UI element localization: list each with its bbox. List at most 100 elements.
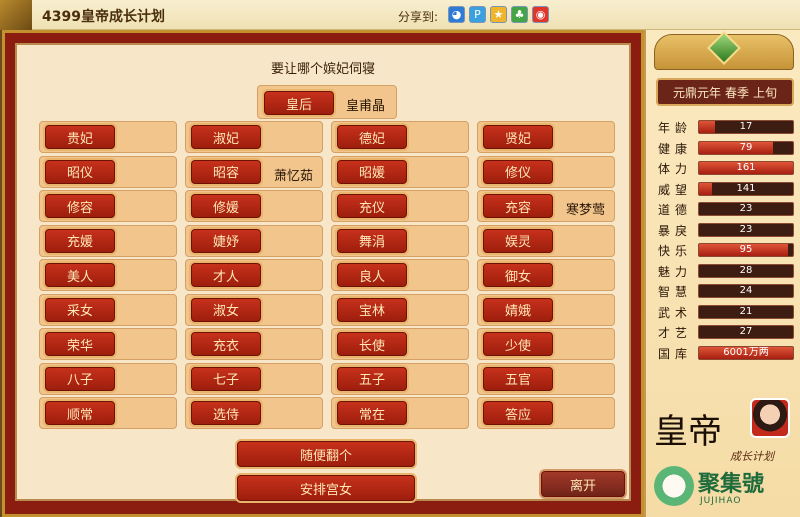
stat-row: 快乐 95 [654, 241, 798, 259]
stat-label: 快乐 [658, 244, 693, 258]
stat-row: 武术 21 [654, 303, 798, 321]
consort-slot: 答应 [477, 397, 615, 429]
date-display: 元鼎元年 春季 上旬 [656, 78, 794, 106]
rank-button[interactable]: 淑妃 [189, 123, 263, 151]
stat-bar: 161 [698, 161, 794, 175]
rank-button[interactable]: 德妃 [335, 123, 409, 151]
stat-label: 道德 [658, 203, 693, 217]
consort-slot: 采女 [39, 293, 177, 326]
stat-value: 161 [736, 162, 756, 173]
rank-button[interactable]: 淑女 [189, 295, 263, 324]
consort-slot: 宝林 [331, 293, 469, 326]
rank-button[interactable]: 美人 [43, 261, 117, 289]
rank-button[interactable]: 御女 [481, 261, 555, 289]
rank-button[interactable]: 顺常 [43, 399, 117, 427]
stat-row: 体力 161 [654, 159, 798, 177]
rank-button[interactable]: 婧娥 [481, 295, 555, 324]
stat-value: 23 [739, 223, 753, 235]
rank-button[interactable]: 娱灵 [481, 226, 555, 255]
rank-button[interactable]: 宝林 [335, 295, 409, 324]
consort-slot: 充仪 [331, 190, 469, 222]
consort-slot: 昭媛 [331, 155, 469, 188]
slot-occupant-queen: 皇甫晶 [346, 99, 386, 114]
rank-button[interactable]: 荣华 [43, 330, 117, 358]
rank-button[interactable]: 舞涓 [335, 226, 409, 255]
consort-slot: 御女 [477, 259, 615, 291]
rank-button[interactable]: 贵妃 [43, 123, 117, 151]
stat-value: 21 [739, 305, 753, 317]
rank-button[interactable]: 选侍 [189, 399, 263, 427]
status-sidebar: 元鼎元年 春季 上旬 年龄 17 健康 79 体力 161 威望 141 道德 23 暴戾 23 快乐 9… [644, 30, 800, 517]
random-pick-button[interactable]: 随便翻个 [235, 439, 417, 469]
rank-button[interactable]: 长使 [335, 330, 409, 358]
consort-slot: 贤妃 [477, 121, 615, 153]
stat-value: 27 [739, 326, 753, 337]
rank-button[interactable]: 五官 [481, 364, 555, 393]
stat-row: 智慧 24 [654, 282, 798, 300]
stat-bar: 141 [698, 181, 794, 196]
stat-row: 道德 23 [654, 200, 798, 218]
stat-value: 6001万两 [723, 346, 769, 358]
stat-bar: 6001万两 [698, 345, 794, 360]
consort-slot: 婧娥 [477, 293, 615, 326]
consort-slot: 五子 [331, 362, 469, 395]
rank-button[interactable]: 昭容 [189, 157, 263, 186]
rank-button[interactable]: 答应 [481, 399, 555, 427]
rank-button[interactable]: 修容 [43, 192, 117, 220]
stat-label: 年龄 [658, 121, 693, 135]
stat-bar: 17 [698, 120, 794, 134]
game-logo-icon [0, 0, 32, 30]
consort-slot: 娱灵 [477, 224, 615, 257]
rank-button[interactable]: 常在 [335, 399, 409, 427]
rank-button[interactable]: 采女 [43, 295, 117, 324]
consort-slot: 婕妤 [185, 224, 323, 257]
consort-slot: 淑妃 [185, 121, 323, 153]
rank-button[interactable]: 昭媛 [335, 157, 409, 186]
qzone-icon[interactable]: P [469, 6, 486, 23]
consort-slot: 充衣 [185, 328, 323, 360]
stat-label: 才艺 [658, 326, 693, 340]
rank-button[interactable]: 修仪 [481, 157, 555, 186]
date-season: 春季 [724, 85, 749, 100]
rank-button[interactable]: 贤妃 [481, 123, 555, 151]
stat-value: 141 [736, 182, 756, 194]
stat-bar: 28 [698, 263, 794, 278]
clover-icon[interactable]: ♣ [511, 6, 528, 23]
brand-subtitle: 成长计划 [730, 450, 774, 463]
share-label: 分享到: [398, 10, 439, 24]
rank-button[interactable]: 八子 [43, 364, 117, 393]
consort-slot: 修容 [39, 190, 177, 222]
stat-row: 年龄 17 [654, 118, 798, 136]
emperor-avatar [750, 398, 790, 438]
rank-button[interactable]: 充仪 [335, 192, 409, 220]
rank-button[interactable]: 才人 [189, 261, 263, 289]
stat-label: 国库 [658, 346, 693, 361]
stat-row: 国库 6001万两 [654, 344, 798, 362]
rank-button[interactable]: 婕妤 [189, 226, 263, 255]
rank-button[interactable]: 充容 [481, 192, 555, 220]
rank-button[interactable]: 充衣 [189, 330, 263, 358]
stat-row: 才艺 27 [654, 323, 798, 341]
rank-button[interactable]: 充媛 [43, 226, 117, 255]
rank-button[interactable]: 少使 [481, 330, 555, 358]
arrange-maids-button[interactable]: 安排宫女 [235, 473, 417, 503]
date-period: 上旬 [753, 85, 778, 100]
consort-slot: 德妃 [331, 121, 469, 153]
top-bar: 4399皇帝成长计划 分享到: ◕ P ★ ♣ ◉ [0, 0, 800, 30]
qq-icon[interactable]: ◕ [448, 6, 465, 23]
rank-button-queen[interactable]: 皇后 [262, 89, 336, 117]
star-icon[interactable]: ★ [490, 6, 507, 23]
rank-button[interactable]: 五子 [335, 364, 409, 393]
rank-button[interactable]: 修媛 [189, 192, 263, 220]
watermark-logo-icon [654, 466, 694, 506]
consort-slot: 常在 [331, 397, 469, 429]
leave-button[interactable]: 离开 [539, 469, 627, 499]
consort-slot: 才人 [185, 259, 323, 291]
consort-slot: 贵妃 [39, 121, 177, 153]
rank-button[interactable]: 良人 [335, 261, 409, 289]
weibo-icon[interactable]: ◉ [532, 6, 549, 23]
rank-button[interactable]: 七子 [189, 364, 263, 393]
stat-bar: 23 [698, 222, 794, 237]
stat-row: 暴戾 23 [654, 221, 798, 239]
rank-button[interactable]: 昭仪 [43, 157, 117, 186]
